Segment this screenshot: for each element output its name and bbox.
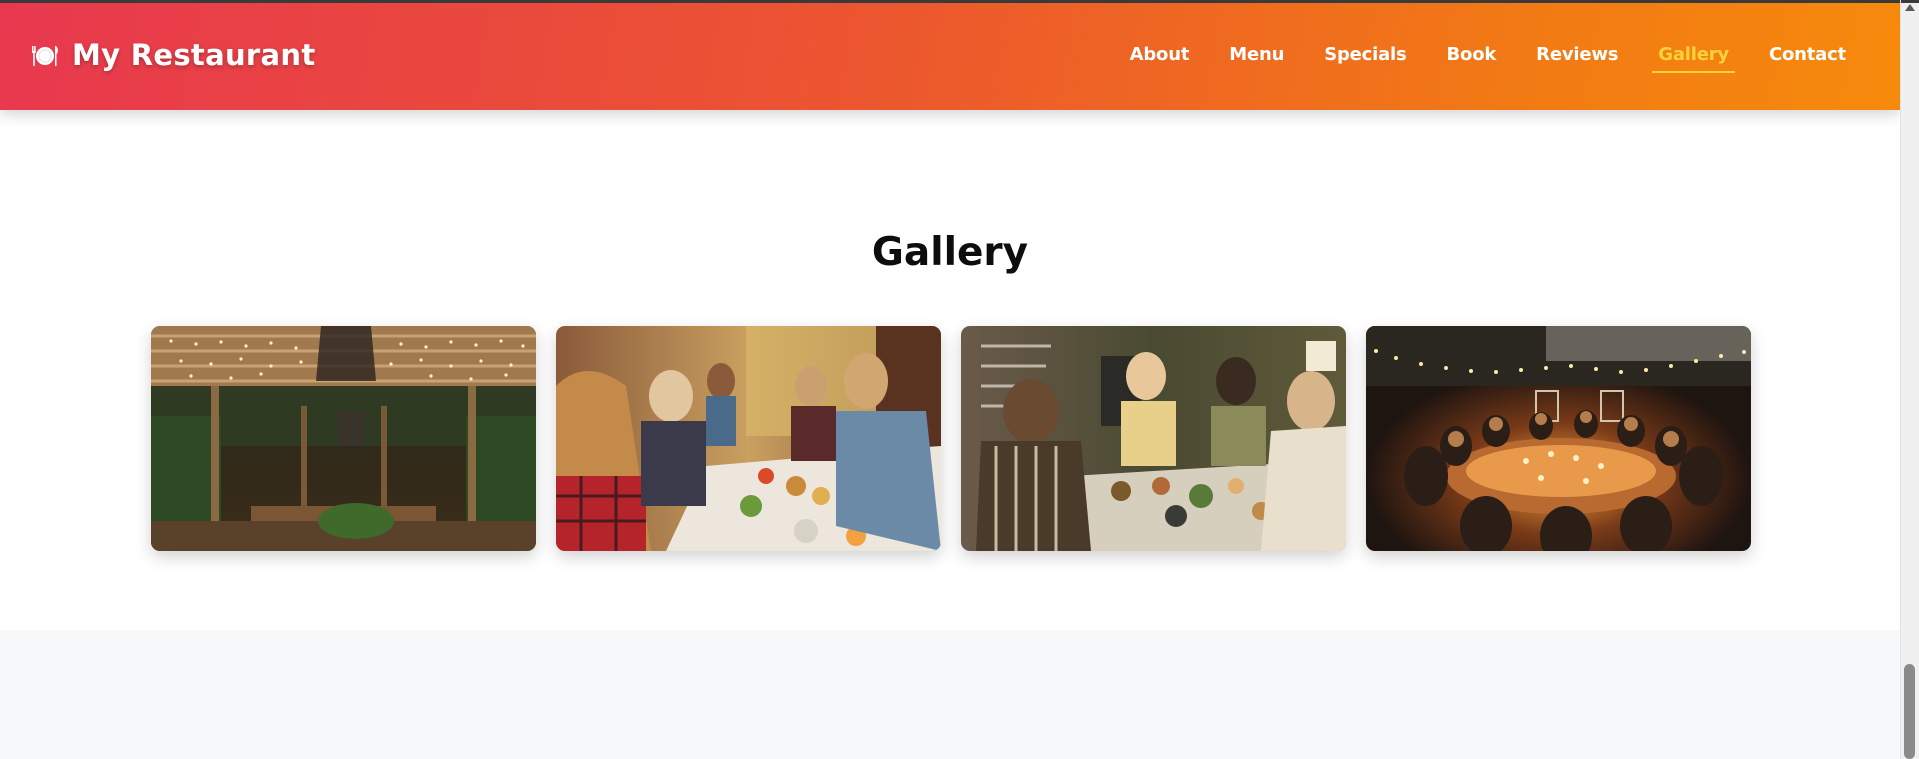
gallery-image-3[interactable] <box>961 326 1346 551</box>
scrollbar-top-edge <box>1901 0 1919 3</box>
gallery-image-1[interactable] <box>151 326 536 551</box>
outdoor-evening-feast-photo <box>1366 326 1751 551</box>
nav-book[interactable]: Book <box>1427 44 1517 65</box>
next-section <box>0 630 1900 759</box>
main-nav: About Menu Specials Book Reviews Gallery… <box>1110 44 1866 73</box>
nav-menu[interactable]: Menu <box>1209 44 1304 65</box>
nav-about[interactable]: About <box>1110 44 1210 65</box>
scrollbar-thumb[interactable] <box>1904 664 1915 759</box>
friends-dining-table-photo <box>556 326 941 551</box>
nav-contact[interactable]: Contact <box>1749 44 1866 65</box>
gallery-title: Gallery <box>871 230 1029 275</box>
gallery-grid <box>151 326 1751 551</box>
nav-reviews[interactable]: Reviews <box>1516 44 1638 65</box>
brand-logo[interactable]: My Restaurant <box>30 38 315 72</box>
family-dinner-home-photo <box>961 326 1346 551</box>
site-header: My Restaurant About Menu Specials Book R… <box>0 0 1900 110</box>
vertical-scrollbar[interactable] <box>1900 0 1919 759</box>
gallery-image-2[interactable] <box>556 326 941 551</box>
nav-gallery[interactable]: Gallery <box>1638 44 1749 73</box>
plate-cutlery-icon <box>32 46 58 66</box>
brand-name: My Restaurant <box>72 38 316 72</box>
gallery-image-4[interactable] <box>1366 326 1751 551</box>
nav-specials[interactable]: Specials <box>1304 44 1426 65</box>
scroll-up-arrow-icon[interactable] <box>1905 4 1915 11</box>
gallery-section: Gallery <box>0 110 1900 630</box>
page-viewport: My Restaurant About Menu Specials Book R… <box>0 0 1900 759</box>
pergola-string-lights-photo <box>151 326 536 551</box>
window-top-edge <box>0 0 1900 3</box>
